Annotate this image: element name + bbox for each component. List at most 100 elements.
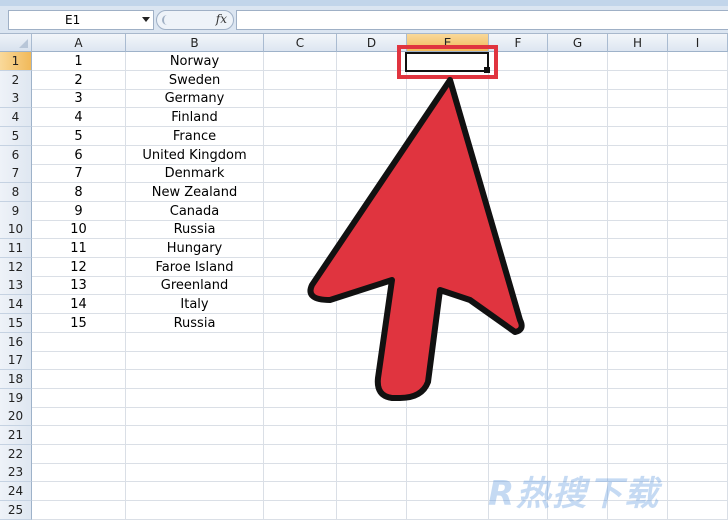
cell-i18[interactable]: [668, 369, 728, 389]
cell-a7[interactable]: 7: [32, 164, 126, 184]
cell-e12[interactable]: [407, 257, 489, 277]
cell-e14[interactable]: [407, 295, 489, 315]
cell-c18[interactable]: [264, 369, 337, 389]
column-header-b[interactable]: B: [126, 34, 264, 52]
cell-c3[interactable]: [264, 89, 337, 109]
cell-f15[interactable]: [489, 313, 548, 333]
cell-b16[interactable]: [126, 332, 264, 352]
cell-c5[interactable]: [264, 126, 337, 146]
row-header[interactable]: 16: [0, 332, 32, 352]
cell-c20[interactable]: [264, 407, 337, 427]
cell-f14[interactable]: [489, 295, 548, 315]
column-header-g[interactable]: G: [548, 34, 608, 52]
column-header-c[interactable]: C: [264, 34, 337, 52]
cell-f5[interactable]: [489, 126, 548, 146]
cell-a16[interactable]: [32, 332, 126, 352]
cell-h4[interactable]: [608, 108, 668, 128]
cell-i8[interactable]: [668, 182, 728, 202]
cell-c13[interactable]: [264, 276, 337, 296]
cell-b11[interactable]: Hungary: [126, 239, 264, 258]
cell-e9[interactable]: [407, 201, 489, 221]
cell-f18[interactable]: [489, 369, 548, 389]
cell-c12[interactable]: [264, 257, 337, 277]
cell-b3[interactable]: Germany: [126, 89, 264, 109]
cell-e17[interactable]: [407, 351, 489, 371]
cell-a4[interactable]: 4: [32, 108, 126, 128]
cell-d7[interactable]: [337, 164, 407, 184]
cell-a19[interactable]: [32, 388, 126, 408]
cell-a17[interactable]: [32, 351, 126, 371]
cell-c16[interactable]: [264, 332, 337, 352]
cell-g13[interactable]: [548, 276, 608, 296]
cell-e22[interactable]: [407, 444, 489, 464]
column-header-h[interactable]: H: [608, 34, 668, 52]
cell-b10[interactable]: Russia: [126, 220, 264, 240]
cell-g1[interactable]: [548, 52, 608, 71]
cell-e25[interactable]: [407, 500, 489, 520]
cell-e19[interactable]: [407, 388, 489, 408]
cell-g6[interactable]: [548, 145, 608, 165]
cell-d13[interactable]: [337, 276, 407, 296]
cell-f8[interactable]: [489, 182, 548, 202]
cell-c2[interactable]: [264, 70, 337, 90]
cell-a12[interactable]: 12: [32, 257, 126, 277]
fx-icon[interactable]: fx: [216, 12, 227, 26]
cell-d23[interactable]: [337, 463, 407, 483]
cell-b13[interactable]: Greenland: [126, 276, 264, 296]
cell-b12[interactable]: Faroe Island: [126, 257, 264, 277]
cell-a13[interactable]: 13: [32, 276, 126, 296]
cell-a3[interactable]: 3: [32, 89, 126, 109]
cell-g3[interactable]: [548, 89, 608, 109]
cell-c9[interactable]: [264, 201, 337, 221]
cell-g22[interactable]: [548, 444, 608, 464]
cell-c15[interactable]: [264, 313, 337, 333]
row-header[interactable]: 15: [0, 313, 32, 333]
cell-d3[interactable]: [337, 89, 407, 109]
row-header[interactable]: 21: [0, 426, 32, 445]
cell-e20[interactable]: [407, 407, 489, 427]
cell-f11[interactable]: [489, 239, 548, 258]
cell-d11[interactable]: [337, 239, 407, 258]
active-cell-e1[interactable]: [405, 52, 489, 72]
cell-i7[interactable]: [668, 164, 728, 184]
cell-h10[interactable]: [608, 220, 668, 240]
cell-i2[interactable]: [668, 70, 728, 90]
cell-a23[interactable]: [32, 463, 126, 483]
cell-i17[interactable]: [668, 351, 728, 371]
cell-g16[interactable]: [548, 332, 608, 352]
cell-g20[interactable]: [548, 407, 608, 427]
cell-b15[interactable]: Russia: [126, 313, 264, 333]
cell-a11[interactable]: 11: [32, 239, 126, 258]
cell-f22[interactable]: [489, 444, 548, 464]
cell-i15[interactable]: [668, 313, 728, 333]
cell-d25[interactable]: [337, 500, 407, 520]
cell-f13[interactable]: [489, 276, 548, 296]
cell-a9[interactable]: 9: [32, 201, 126, 221]
cell-i3[interactable]: [668, 89, 728, 109]
cell-b17[interactable]: [126, 351, 264, 371]
row-header[interactable]: 6: [0, 145, 32, 165]
row-header[interactable]: 25: [0, 500, 32, 520]
cell-b9[interactable]: Canada: [126, 201, 264, 221]
row-header[interactable]: 4: [0, 108, 32, 128]
cell-i5[interactable]: [668, 126, 728, 146]
cell-e11[interactable]: [407, 239, 489, 258]
cell-b21[interactable]: [126, 426, 264, 445]
formula-input[interactable]: [236, 10, 728, 30]
fill-handle[interactable]: [484, 67, 490, 73]
cell-h20[interactable]: [608, 407, 668, 427]
cell-a8[interactable]: 8: [32, 182, 126, 202]
cell-c21[interactable]: [264, 426, 337, 445]
cell-c22[interactable]: [264, 444, 337, 464]
cell-b5[interactable]: France: [126, 126, 264, 146]
cell-c23[interactable]: [264, 463, 337, 483]
row-header[interactable]: 19: [0, 388, 32, 408]
cell-i20[interactable]: [668, 407, 728, 427]
cell-i12[interactable]: [668, 257, 728, 277]
row-header[interactable]: 17: [0, 351, 32, 371]
cell-b23[interactable]: [126, 463, 264, 483]
cell-h5[interactable]: [608, 126, 668, 146]
cell-c17[interactable]: [264, 351, 337, 371]
cell-e6[interactable]: [407, 145, 489, 165]
cell-d21[interactable]: [337, 426, 407, 445]
